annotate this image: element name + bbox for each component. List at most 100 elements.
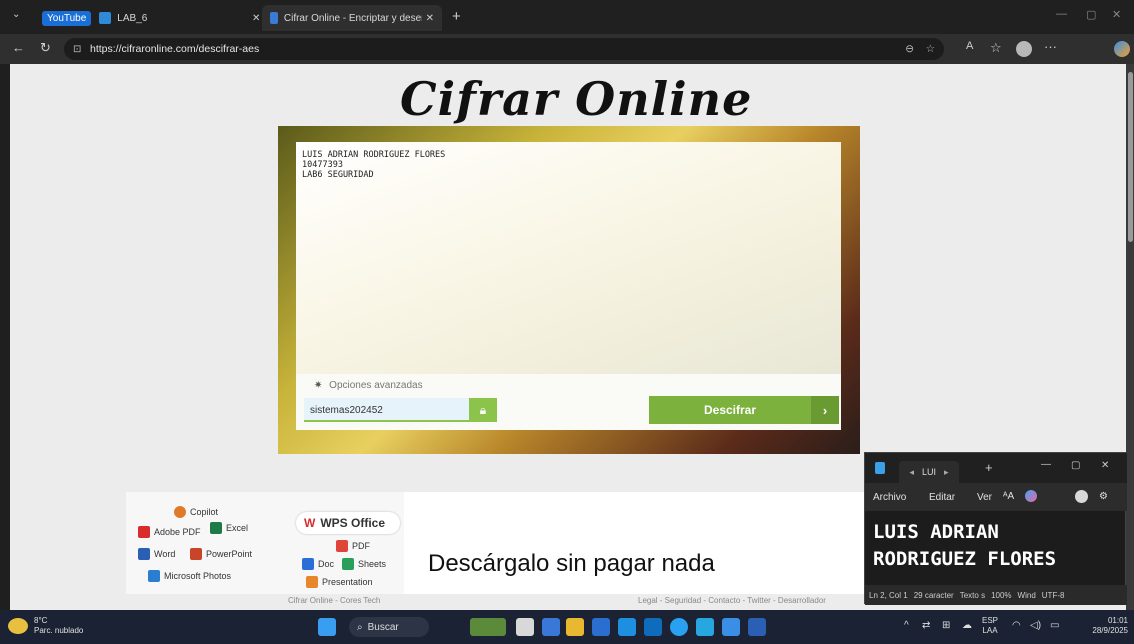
word-icon[interactable] <box>748 618 766 636</box>
footer-brand: Cifrar Online - Cores Tech <box>288 596 381 605</box>
notepad-tab[interactable]: ◂ LUI ▸ <box>899 461 959 483</box>
lab6-favicon-icon <box>99 12 112 24</box>
tab-youtube[interactable]: YouTube LAB_6 ✕ <box>34 5 260 31</box>
weather-widget[interactable]: 8°C Parc. nublado <box>8 616 83 636</box>
menu-editar[interactable]: Editar <box>929 492 955 503</box>
favorites-icon[interactable]: ☆ <box>990 40 1002 56</box>
ad-copilot: Copilot <box>174 506 218 518</box>
new-tab-icon[interactable]: + <box>452 8 461 25</box>
tab-lab6-label[interactable]: LAB_6 <box>117 13 147 24</box>
tab-cifrar-online[interactable]: Cifrar Online - Encriptar y desenc ✕ <box>262 5 442 31</box>
settings-gear-icon[interactable]: ⚙ <box>1099 491 1108 502</box>
taskbar-search[interactable]: ⌕ Buscar <box>349 617 429 637</box>
notepad-tab-label: LUI <box>921 467 936 477</box>
status-format: Texto s <box>959 590 986 600</box>
wps-logo-icon: W <box>304 516 316 530</box>
edge-icon[interactable] <box>670 618 688 636</box>
show-hidden-icons-chevron-icon[interactable]: ^ <box>904 620 909 631</box>
store-icon[interactable] <box>592 618 610 636</box>
advanced-options-label: Opciones avanzadas <box>329 380 423 391</box>
maximize-icon[interactable]: ▢ <box>1071 460 1080 471</box>
lock-icon[interactable]: ⊡ <box>73 44 81 55</box>
font-size-icon[interactable]: ᴬA <box>1003 491 1014 502</box>
back-arrow-icon[interactable]: ← <box>12 40 25 55</box>
read-aloud-icon[interactable]: A <box>966 40 973 52</box>
notepad-text-area[interactable]: LUIS ADRIAN RODRIGUEZ FLORES <box>873 519 1056 573</box>
teams-icon[interactable] <box>644 618 662 636</box>
language-code: ESP <box>982 616 999 625</box>
page-scrollbar-thumb[interactable] <box>1128 72 1133 242</box>
address-bar[interactable]: ⊡ https://cifraronline.com/descifrar-aes… <box>64 38 944 60</box>
start-windows-icon[interactable] <box>318 618 336 636</box>
minimize-icon[interactable]: — <box>1056 8 1067 20</box>
advertisement[interactable]: Copilot Adobe PDF Excel Word PowerPoint … <box>126 492 866 594</box>
favorite-star-icon[interactable]: ☆ <box>926 43 935 55</box>
onedrive-cloud-icon[interactable]: ☁ <box>962 620 972 631</box>
tab-youtube-label: YouTube <box>42 10 92 26</box>
cifrar-favicon-icon <box>270 12 278 24</box>
toggle-key-visibility-button[interactable]: 🔒︎ <box>469 398 497 422</box>
widgets-icon[interactable] <box>470 618 506 636</box>
status-line-ending: Wind <box>1017 590 1036 600</box>
advanced-options-link[interactable]: ✷ Opciones avanzadas <box>314 380 423 391</box>
status-char-count: 29 caracter <box>913 590 954 600</box>
new-tab-icon[interactable]: + <box>985 460 993 475</box>
file-explorer-icon[interactable] <box>566 618 584 636</box>
profile-avatar-icon[interactable] <box>1016 41 1032 57</box>
more-menu-icon[interactable]: ··· <box>1044 39 1057 54</box>
close-tab-icon[interactable]: ✕ <box>252 13 260 24</box>
decrypt-button-label: Descifrar <box>703 403 757 417</box>
tab-actions-chevron-icon[interactable]: ⌄ <box>12 9 20 20</box>
account-avatar-icon[interactable] <box>1075 490 1088 503</box>
copilot-taskbar-icon[interactable] <box>542 618 560 636</box>
menu-archivo[interactable]: Archivo <box>873 492 906 503</box>
ad-microsoft-photos: Microsoft Photos <box>148 570 231 582</box>
photos-icon[interactable] <box>696 618 714 636</box>
meet-icon[interactable]: ⊞ <box>942 620 950 631</box>
weather-desc: Parc. nublado <box>34 626 84 635</box>
refresh-icon[interactable]: ↻ <box>40 40 51 56</box>
footer-links[interactable]: Legal - Seguridad - Contacto - Twitter -… <box>638 596 826 605</box>
search-icon: ⌕ <box>357 621 363 633</box>
minimize-icon[interactable]: — <box>1041 459 1051 470</box>
decrypt-button[interactable]: Descifrar › <box>649 396 839 424</box>
copilot-icon[interactable] <box>1114 41 1130 57</box>
cipher-panel: LUIS ADRIAN RODRIGUEZ FLORES 10477393 LA… <box>278 126 860 454</box>
site-logo[interactable]: Cifrar Online <box>400 72 752 126</box>
close-tab-icon[interactable]: ✕ <box>426 13 434 24</box>
volume-icon[interactable]: ◁) <box>1030 620 1041 631</box>
tab-scroll-right-icon: ▸ <box>944 466 949 477</box>
ad-headline: Descárgalo sin pagar nada <box>428 550 715 577</box>
ad-word: Word <box>138 548 175 560</box>
ad-app-icons: Copilot Adobe PDF Excel Word PowerPoint … <box>126 492 404 594</box>
notepad-menu-bar: Archivo Editar Ver ᴬA ⚙ <box>865 483 1127 511</box>
language-layout: LAA <box>982 626 998 635</box>
menu-ver[interactable]: Ver <box>977 492 992 503</box>
notepad-window[interactable]: ◂ LUI ▸ + — ▢ ✕ Archivo Editar Ver ᴬA ⚙ … <box>864 452 1127 605</box>
ad-powerpoint: PowerPoint <box>190 548 252 560</box>
system-tray-icon[interactable]: ⇄ <box>922 620 930 631</box>
clock[interactable]: 01:01 28/9/2025 <box>1082 616 1128 636</box>
taskbar-search-label: Buscar <box>367 621 399 633</box>
padlock-icon: 🔒︎ <box>479 402 487 417</box>
task-view-icon[interactable] <box>516 618 534 636</box>
outlook-icon[interactable] <box>618 618 636 636</box>
tab-cifrar-label: Cifrar Online - Encriptar y desenc <box>283 12 422 24</box>
notepad-taskbar-icon[interactable] <box>722 618 740 636</box>
notepad-title-bar[interactable]: ◂ LUI ▸ + — ▢ ✕ <box>865 453 1127 483</box>
battery-icon[interactable]: ▭ <box>1050 620 1059 631</box>
gear-icon: ✷ <box>314 380 323 391</box>
ad-pdf: PDF <box>336 540 370 552</box>
wifi-icon[interactable]: ◠ <box>1012 620 1021 631</box>
chevron-right-icon: › <box>811 396 839 424</box>
key-input[interactable]: sistemas202452 <box>304 398 469 422</box>
restore-icon[interactable]: ▢ <box>1086 8 1096 21</box>
ad-wps-office: W WPS Office <box>296 512 400 534</box>
site-info-icon[interactable]: ⊖ <box>905 43 914 55</box>
ad-excel: Excel <box>210 522 248 534</box>
language-indicator[interactable]: ESP LAA <box>982 616 998 636</box>
close-window-icon[interactable]: ✕ <box>1112 8 1121 21</box>
close-icon[interactable]: ✕ <box>1101 460 1109 471</box>
cipher-textarea[interactable]: LUIS ADRIAN RODRIGUEZ FLORES 10477393 LA… <box>296 142 841 374</box>
copilot-icon[interactable] <box>1025 490 1037 502</box>
